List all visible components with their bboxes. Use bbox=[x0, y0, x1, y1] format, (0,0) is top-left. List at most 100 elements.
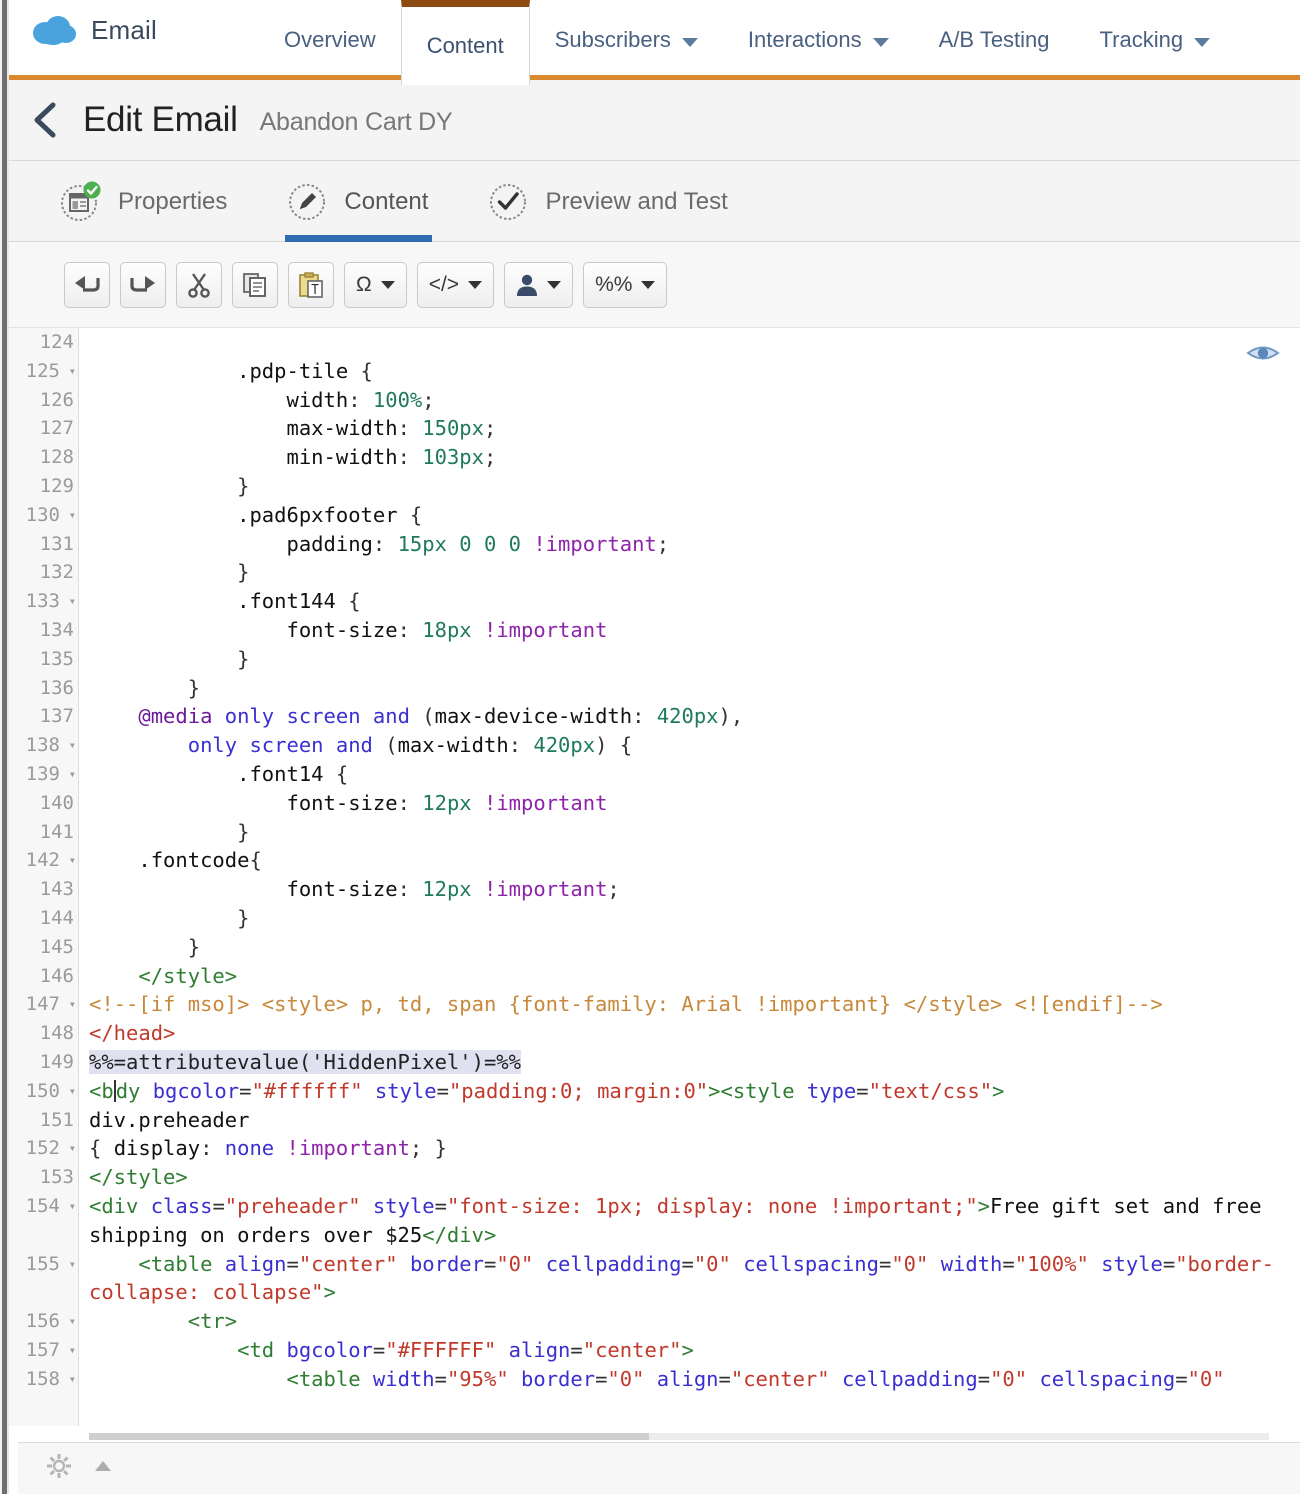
code-line[interactable]: } bbox=[89, 558, 1300, 587]
fold-toggle-icon[interactable]: ▾ bbox=[69, 1336, 76, 1365]
fold-toggle-icon[interactable]: ▾ bbox=[69, 760, 76, 789]
chevron-down-icon bbox=[380, 280, 395, 289]
code-editor[interactable]: 124 125 ▾ 126 127 128 129 130 ▾ 131 132 133 ▾ 134 135 1… bbox=[9, 328, 1300, 1426]
code-line[interactable]: <table width="95%" border="0" align="cen… bbox=[89, 1365, 1300, 1394]
nav-tab-ab-testing[interactable]: A/B Testing bbox=[914, 0, 1075, 80]
fold-toggle-icon[interactable]: ▾ bbox=[69, 990, 76, 1019]
nav-tab-interactions[interactable]: Interactions bbox=[723, 0, 914, 80]
fold-toggle-icon[interactable]: ▾ bbox=[69, 731, 76, 760]
person-icon bbox=[516, 273, 538, 297]
nav-tab-overview[interactable]: Overview bbox=[259, 0, 401, 80]
step-content[interactable]: Content bbox=[285, 161, 458, 242]
horizontal-scrollbar[interactable] bbox=[89, 1433, 1269, 1440]
personalization-button[interactable] bbox=[504, 261, 574, 308]
fold-toggle-icon[interactable]: ▾ bbox=[69, 1307, 76, 1336]
line-number: 133 ▾ bbox=[9, 587, 78, 616]
code-line[interactable]: .font144 { bbox=[89, 587, 1300, 616]
code-line[interactable]: <bdy bgcolor="#ffffff" style="padding:0;… bbox=[89, 1077, 1300, 1106]
code-line[interactable]: </style> bbox=[89, 1163, 1300, 1192]
code-line[interactable]: .font14 { bbox=[89, 760, 1300, 789]
step-preview-and-test[interactable]: Preview and Test bbox=[486, 161, 757, 242]
fold-toggle-icon[interactable]: ▾ bbox=[69, 1250, 76, 1279]
undo-arrow-icon bbox=[74, 274, 100, 296]
fold-toggle-icon[interactable]: ▾ bbox=[69, 587, 76, 616]
code-line[interactable]: } bbox=[89, 818, 1300, 847]
code-line[interactable]: %%=attributevalue('HiddenPixel')=%% bbox=[89, 1048, 1300, 1077]
line-number: 139 ▾ bbox=[9, 760, 78, 789]
code-view-button[interactable]: </> bbox=[416, 261, 495, 308]
ampscript-button[interactable]: %% bbox=[583, 261, 668, 308]
code-line[interactable]: } bbox=[89, 645, 1300, 674]
chevron-down-icon bbox=[872, 37, 889, 47]
code-line[interactable]: </style> bbox=[89, 962, 1300, 991]
properties-icon bbox=[59, 180, 103, 224]
line-number: 146 bbox=[39, 964, 74, 987]
page-title: Edit Email bbox=[83, 100, 238, 139]
line-number: 140 bbox=[39, 791, 74, 814]
special-character-button[interactable]: Ω bbox=[344, 261, 407, 308]
page-subtitle: Abandon Cart DY bbox=[259, 108, 453, 136]
code-line[interactable]: font-size: 18px !important bbox=[89, 616, 1300, 645]
code-line[interactable]: width: 100%; bbox=[89, 386, 1300, 415]
paste-button[interactable]: T bbox=[288, 261, 334, 308]
code-line[interactable]: </head> bbox=[89, 1019, 1300, 1048]
fold-toggle-icon[interactable]: ▾ bbox=[69, 1192, 76, 1221]
code-line[interactable]: <table align="center" border="0" cellpad… bbox=[89, 1250, 1300, 1308]
code-line[interactable]: } bbox=[89, 674, 1300, 703]
code-line[interactable]: max-width: 150px; bbox=[89, 414, 1300, 443]
redo-button[interactable] bbox=[120, 261, 166, 308]
omega-icon: Ω bbox=[356, 272, 372, 296]
line-number: 143 bbox=[39, 878, 74, 901]
triangle-up-icon[interactable] bbox=[94, 1459, 112, 1478]
code-line[interactable]: } bbox=[89, 933, 1300, 962]
line-number-gutter: 124 125 ▾ 126 127 128 129 130 ▾ 131 132 133 ▾ 134 135 1… bbox=[9, 328, 79, 1426]
chevron-left-icon[interactable] bbox=[31, 101, 61, 139]
code-content[interactable]: .pdp-tile { width: 100%; max-width: 150p… bbox=[79, 328, 1300, 1426]
chevron-down-icon bbox=[1194, 37, 1211, 47]
code-line[interactable]: only screen and (max-width: 420px) { bbox=[89, 731, 1300, 760]
page-left-rail bbox=[0, 0, 9, 1494]
fold-toggle-icon[interactable]: ▾ bbox=[69, 1077, 76, 1106]
code-area[interactable]: 124 125 ▾ 126 127 128 129 130 ▾ 131 132 133 ▾ 134 135 1… bbox=[9, 328, 1300, 1426]
line-number: 135 bbox=[39, 647, 74, 670]
line-number: 149 bbox=[39, 1050, 74, 1073]
fold-toggle-icon[interactable]: ▾ bbox=[69, 357, 76, 386]
nav-tab-subscribers[interactable]: Subscribers bbox=[530, 0, 723, 80]
fold-toggle-icon[interactable]: ▾ bbox=[69, 501, 76, 530]
code-line[interactable]: @media only screen and (max-device-width… bbox=[89, 702, 1300, 731]
code-line[interactable] bbox=[89, 328, 1300, 357]
code-line[interactable]: } bbox=[89, 904, 1300, 933]
code-line[interactable]: font-size: 12px !important bbox=[89, 789, 1300, 818]
nav-tab-tracking[interactable]: Tracking bbox=[1075, 0, 1236, 80]
code-line[interactable]: font-size: 12px !important; bbox=[89, 875, 1300, 904]
svg-text:T: T bbox=[311, 283, 319, 298]
check-circle-icon bbox=[486, 180, 530, 224]
code-line[interactable]: .pdp-tile { bbox=[89, 357, 1300, 386]
code-line[interactable]: .pad6pxfooter { bbox=[89, 501, 1300, 530]
code-line[interactable]: <div class="preheader" style="font-size:… bbox=[89, 1192, 1300, 1250]
fold-toggle-icon[interactable]: ▾ bbox=[69, 1365, 76, 1394]
code-line[interactable]: min-width: 103px; bbox=[89, 443, 1300, 472]
code-line[interactable]: <tr> bbox=[89, 1307, 1300, 1336]
copy-button[interactable] bbox=[232, 261, 278, 308]
code-line[interactable]: { display: none !important; } bbox=[89, 1134, 1300, 1163]
fold-toggle-icon[interactable]: ▾ bbox=[69, 846, 76, 875]
gear-icon[interactable] bbox=[46, 1453, 72, 1484]
nav-tab-content[interactable]: Content bbox=[400, 0, 530, 85]
code-line[interactable]: <!--[if mso]> <style> p, td, span {font-… bbox=[89, 990, 1300, 1019]
line-number: 150 ▾ bbox=[9, 1077, 78, 1106]
step-properties[interactable]: Properties bbox=[59, 161, 257, 242]
scrollbar-thumb[interactable] bbox=[89, 1433, 649, 1440]
code-line[interactable]: div.preheader bbox=[89, 1106, 1300, 1135]
line-number: 153 bbox=[39, 1166, 74, 1189]
step-label: Properties bbox=[118, 187, 228, 215]
code-line[interactable]: .fontcode{ bbox=[89, 846, 1300, 875]
fold-toggle-icon[interactable]: ▾ bbox=[69, 1134, 76, 1163]
code-line[interactable]: } bbox=[89, 472, 1300, 501]
eye-icon[interactable] bbox=[1246, 342, 1280, 364]
chevron-down-icon bbox=[547, 280, 562, 289]
undo-button[interactable] bbox=[64, 261, 110, 308]
cut-button[interactable] bbox=[176, 261, 222, 308]
code-line[interactable]: padding: 15px 0 0 0 !important; bbox=[89, 530, 1300, 559]
code-line[interactable]: <td bgcolor="#FFFFFF" align="center"> bbox=[89, 1336, 1300, 1365]
